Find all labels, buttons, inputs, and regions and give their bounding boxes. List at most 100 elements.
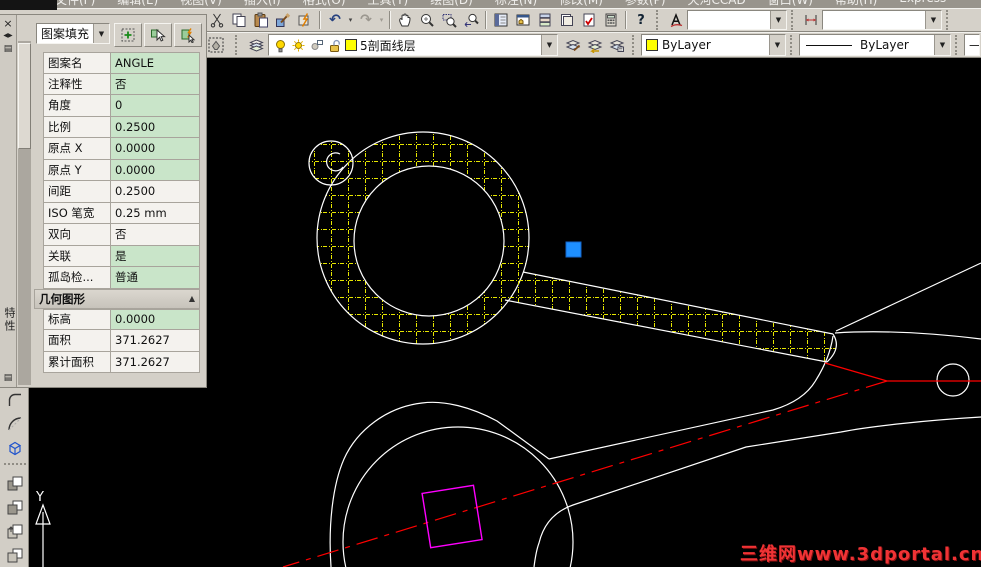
property-row[interactable]: 注释性否	[43, 73, 200, 95]
copy-icon[interactable]	[228, 10, 250, 30]
text-style-combo[interactable]: ▼	[687, 10, 787, 30]
3d-box-icon[interactable]	[3, 436, 27, 460]
help-icon[interactable]: ?	[630, 10, 652, 30]
layer-match-icon[interactable]	[562, 35, 584, 55]
arc-icon[interactable]	[3, 412, 27, 436]
property-value[interactable]: 0.2500	[110, 116, 200, 138]
layer-unlock-icon[interactable]	[327, 38, 342, 53]
property-value[interactable]: 0.25 mm	[110, 202, 200, 224]
property-value[interactable]: 0.0000	[110, 159, 200, 181]
draw-order-below-icon[interactable]	[3, 544, 27, 567]
color-combo[interactable]: ByLayer ▼	[641, 34, 786, 56]
auto-hide-icon[interactable]: ◀▶	[0, 33, 16, 39]
paste-icon[interactable]	[250, 10, 272, 30]
toolbar-grip[interactable]	[656, 10, 661, 30]
combo-arrow-icon[interactable]: ▼	[93, 24, 109, 43]
menu-express[interactable]: Express	[899, 0, 946, 8]
palette-scrollbar[interactable]	[18, 41, 31, 385]
toolbar-grip[interactable]	[632, 35, 637, 55]
lineweight-combo[interactable]: —	[964, 34, 980, 56]
toolbar-grip[interactable]	[955, 35, 960, 55]
menu-draw[interactable]: 绘图(D)	[430, 0, 473, 8]
magenta-box[interactable]	[421, 484, 483, 549]
property-row[interactable]: ISO 笔宽 0.25 mm	[43, 202, 200, 224]
property-row[interactable]: 关联是	[43, 245, 200, 267]
sheet-set-manager-icon[interactable]	[556, 10, 578, 30]
menu-view[interactable]: 视图(V)	[180, 0, 222, 8]
tool-palettes-icon[interactable]	[534, 10, 556, 30]
layer-on-bulb-icon[interactable]	[273, 38, 288, 53]
zoom-realtime-icon[interactable]	[416, 10, 438, 30]
pan-icon[interactable]	[394, 10, 416, 30]
layer-thaw-sun-icon[interactable]	[291, 38, 306, 53]
palette-title-bar[interactable]: × ◀▶ ▤ 特性 ▤	[0, 15, 17, 387]
properties-palette-icon[interactable]	[490, 10, 512, 30]
menu-insert[interactable]: 插入(I)	[244, 0, 281, 8]
property-value[interactable]: 否	[110, 73, 200, 95]
layer-properties-manager-icon[interactable]	[244, 33, 268, 57]
menu-help[interactable]: 帮助(H)	[835, 0, 877, 8]
undo-dropdown-icon[interactable]: ▾	[346, 16, 355, 24]
menu-dimension[interactable]: 标注(N)	[495, 0, 537, 8]
layer-combo[interactable]: 5剖面线层 ▼	[268, 34, 558, 56]
undo-icon[interactable]: ↶	[324, 10, 346, 30]
combo-arrow-icon[interactable]: ▼	[769, 35, 785, 55]
property-value[interactable]: 0.0000	[110, 138, 200, 160]
menu-edit[interactable]: 编辑(E)	[117, 0, 158, 8]
combo-arrow-icon[interactable]: ▼	[541, 35, 557, 55]
menu-window[interactable]: 窗口(W)	[768, 0, 813, 8]
property-row[interactable]: 累计面积 371.2627	[43, 351, 200, 373]
property-row[interactable]: 原点 X 0.0000	[43, 138, 200, 160]
geometry-section-header[interactable]: 几何图形 ▲	[34, 288, 200, 309]
combo-arrow-icon[interactable]: ▼	[925, 11, 941, 29]
quick-select-icon[interactable]	[294, 10, 316, 30]
property-row[interactable]: 孤岛检... 普通	[43, 267, 200, 289]
palette-menu-icon[interactable]: ▤	[0, 45, 16, 54]
cut-icon[interactable]	[206, 10, 228, 30]
select-objects-button[interactable]	[144, 23, 172, 47]
linetype-combo[interactable]: ByLayer ▼	[799, 34, 951, 56]
menu-file[interactable]: 文件(F)	[55, 0, 95, 8]
scrollbar-thumb[interactable]	[18, 43, 31, 149]
property-row[interactable]: 面积 371.2627	[43, 330, 200, 352]
property-row[interactable]: 间距 0.2500	[43, 181, 200, 203]
match-properties-icon[interactable]	[272, 10, 294, 30]
selection-grip[interactable]	[565, 241, 582, 258]
property-row[interactable]: 双向否	[43, 224, 200, 246]
toolbar-grip[interactable]	[946, 10, 951, 30]
draw-order-front-icon[interactable]	[3, 472, 27, 496]
property-value[interactable]: 0.2500	[110, 181, 200, 203]
fillet-icon[interactable]	[3, 388, 27, 412]
quick-calc-icon[interactable]	[600, 10, 622, 30]
property-row[interactable]: 标高 0.0000	[43, 308, 200, 330]
close-icon[interactable]: ×	[0, 18, 16, 29]
property-value[interactable]: ANGLE	[110, 52, 200, 74]
property-value[interactable]: 371.2627	[110, 330, 200, 352]
property-row[interactable]: 角度 0	[43, 95, 200, 117]
toggle-pickadd-button[interactable]	[114, 23, 142, 47]
redo-icon[interactable]: ↷	[355, 10, 377, 30]
property-row[interactable]: 原点 Y 0.0000	[43, 159, 200, 181]
menu-parametric[interactable]: 参数(P)	[625, 0, 666, 8]
menu-modify[interactable]: 修改(M)	[559, 0, 603, 8]
toolbar-grip[interactable]	[235, 35, 240, 55]
toolbar-grip[interactable]	[791, 10, 796, 30]
zoom-window-icon[interactable]	[438, 10, 460, 30]
design-center-icon[interactable]	[512, 10, 534, 30]
menu-format[interactable]: 格式(O)	[303, 0, 346, 8]
layer-previous-icon[interactable]	[584, 35, 606, 55]
dim-style-combo[interactable]: ▼	[822, 10, 942, 30]
markup-set-manager-icon[interactable]	[578, 10, 600, 30]
layer-freeze-viewport-icon[interactable]	[309, 38, 324, 53]
property-value[interactable]: 是	[110, 245, 200, 267]
toolbar-grip[interactable]	[3, 463, 26, 471]
property-value[interactable]: 0	[110, 95, 200, 117]
property-value[interactable]: 否	[110, 224, 200, 246]
toolbar-grip[interactable]	[790, 35, 795, 55]
combo-arrow-icon[interactable]: ▼	[934, 35, 950, 55]
property-value[interactable]: 0.0000	[110, 308, 200, 330]
layer-states-manager-icon[interactable]	[606, 35, 628, 55]
object-type-selector[interactable]: 图案填充 ▼	[36, 23, 110, 44]
zoom-previous-icon[interactable]	[460, 10, 482, 30]
property-row[interactable]: 图案名 ANGLE	[43, 52, 200, 74]
